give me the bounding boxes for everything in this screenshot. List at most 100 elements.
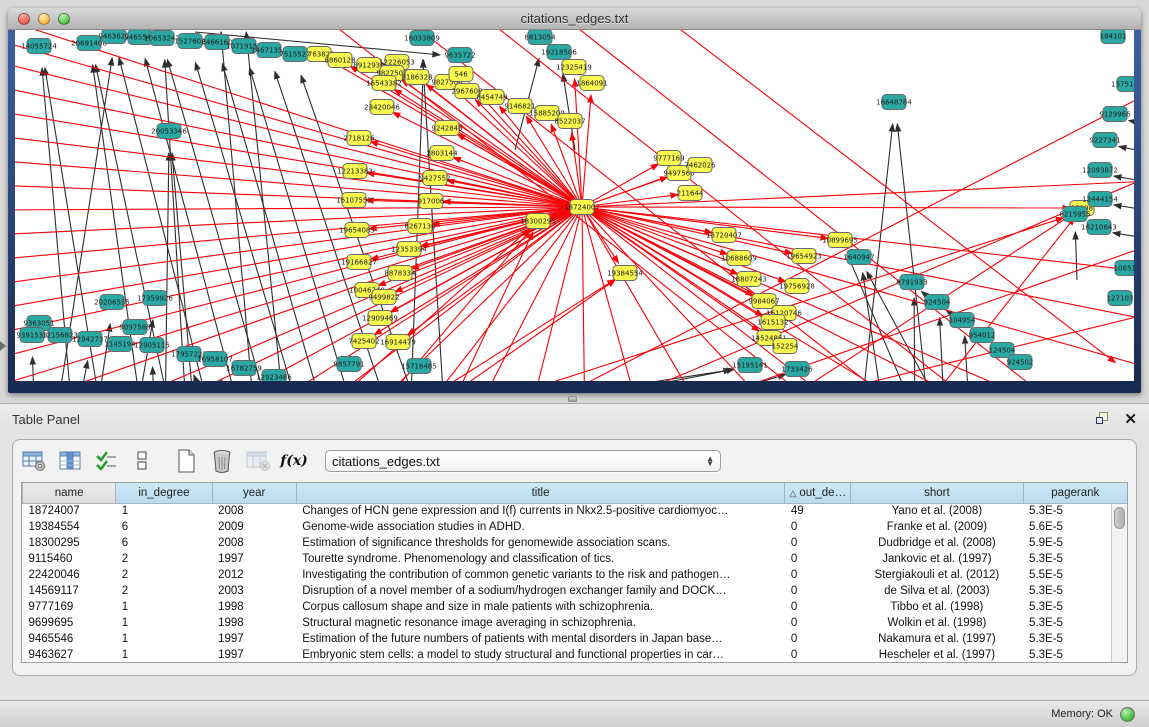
network-node[interactable]: 9427552 xyxy=(419,171,450,186)
close-button[interactable] xyxy=(18,13,30,25)
network-node[interactable]: 16033809 xyxy=(404,31,440,46)
network-node[interactable]: 184101 xyxy=(1100,30,1127,44)
network-node[interactable]: 9242848 xyxy=(431,121,462,136)
network-node[interactable]: 19166827 xyxy=(341,255,377,270)
network-node[interactable]: 14055724 xyxy=(21,39,57,54)
network-node[interactable]: 15720407 xyxy=(706,228,742,243)
network-node[interactable]: 19384554 xyxy=(607,266,643,281)
network-node[interactable]: 19218506 xyxy=(541,45,577,60)
minimize-button[interactable] xyxy=(38,13,50,25)
column-header-year[interactable]: year xyxy=(212,483,296,503)
network-node[interactable]: 917006 xyxy=(418,194,445,209)
network-node[interactable]: 1615132 xyxy=(757,315,788,330)
column-header-in_degree[interactable]: in_degree xyxy=(116,483,212,503)
delete-table-icon[interactable] xyxy=(209,449,235,473)
column-header-pagerank[interactable]: pagerank xyxy=(1023,483,1127,503)
float-window-icon[interactable] xyxy=(1096,412,1110,426)
column-header-short[interactable]: short xyxy=(851,483,1023,503)
column-header-name[interactable]: name xyxy=(23,483,116,503)
network-node[interactable]: 20053346 xyxy=(151,124,187,139)
network-node[interactable]: 1864091 xyxy=(576,76,607,91)
network-node[interactable]: 9227341 xyxy=(1089,133,1120,148)
network-node[interactable]: 8522037 xyxy=(554,114,585,129)
network-node[interactable]: 8791933 xyxy=(896,275,927,290)
network-node[interactable]: 8860128 xyxy=(324,53,355,68)
network-node[interactable]: 152254 xyxy=(772,339,799,354)
scrollbar-thumb[interactable] xyxy=(1114,507,1125,529)
network-node[interactable]: 924504 xyxy=(924,295,951,310)
network-node[interactable]: 7462026 xyxy=(684,158,716,173)
network-node[interactable]: 211644 xyxy=(677,186,704,201)
table-row[interactable]: 946554611997Estimation of the future num… xyxy=(23,631,1128,647)
table-select-dropdown[interactable]: citations_edges.txt ▲▼ xyxy=(325,450,721,472)
select-columns-icon[interactable] xyxy=(93,449,119,473)
network-node[interactable]: 9499822 xyxy=(368,290,399,305)
network-node[interactable]: 15716485 xyxy=(401,359,437,374)
network-node[interactable]: 2718126 xyxy=(343,131,375,146)
network-node[interactable]: 12213383 xyxy=(337,164,373,179)
table-row[interactable]: 946362711997Embryonic stem cells: a mode… xyxy=(23,647,1128,663)
network-node[interactable]: 10688609 xyxy=(721,251,757,266)
network-node[interactable]: 104954 xyxy=(949,313,976,328)
network-node[interactable]: 127103 xyxy=(1107,291,1134,306)
table-row[interactable]: 1872400712008Changes of HCN gene express… xyxy=(23,503,1128,519)
network-node[interactable]: 8813054 xyxy=(524,30,556,45)
network-node[interactable]: 8454749 xyxy=(476,90,507,105)
network-node[interactable]: 15751074 xyxy=(1111,77,1134,92)
network-canvas[interactable]: 1221338316107553196540831916682710046748… xyxy=(15,30,1134,381)
show-columns-icon[interactable] xyxy=(57,449,83,473)
network-node[interactable]: 924502 xyxy=(1007,355,1034,370)
network-node[interactable]: 19654923 xyxy=(786,249,822,264)
new-table-icon[interactable] xyxy=(173,449,199,473)
network-node[interactable]: 9635722 xyxy=(444,48,475,63)
table-row[interactable]: 2242004622012Investigating the contribut… xyxy=(23,567,1128,583)
network-node[interactable]: 9777169 xyxy=(653,151,684,166)
network-node[interactable]: 7425402 xyxy=(348,334,379,349)
table-row[interactable]: 977716911998Corpus callosum shape and si… xyxy=(23,599,1128,615)
network-node[interactable]: 16914479 xyxy=(380,335,416,350)
network-node[interactable]: 12905115 xyxy=(134,338,170,353)
table-row[interactable]: 911546021997Tourette syndrome. Phenomeno… xyxy=(23,551,1128,567)
network-node[interactable]: 106510 xyxy=(1114,261,1134,276)
function-builder-icon[interactable]: f(x) xyxy=(281,449,307,473)
network-node[interactable]: 8267130 xyxy=(404,219,435,234)
network-node[interactable]: 12353394 xyxy=(391,242,427,257)
network-node[interactable]: 15195141 xyxy=(732,358,768,373)
network-node[interactable]: 1640947 xyxy=(843,250,874,265)
table-row[interactable]: 969969511998Structural magnetic resonanc… xyxy=(23,615,1128,631)
row-height-icon[interactable] xyxy=(129,449,155,473)
network-node[interactable]: 9857791 xyxy=(333,357,364,372)
column-header-out_degree[interactable]: △out_de… xyxy=(785,483,851,503)
network-node[interactable]: 20206535 xyxy=(94,295,130,310)
network-node[interactable]: 546 xyxy=(449,67,473,82)
network-node[interactable]: 16210643 xyxy=(1081,220,1117,235)
network-node[interactable]: 8878334 xyxy=(384,266,416,281)
network-node[interactable]: 16648784 xyxy=(876,95,912,110)
collapsed-panel-arrow-icon[interactable] xyxy=(0,341,6,351)
network-canvas-svg[interactable]: 1221338316107553196540831916682710046748… xyxy=(15,30,1134,381)
network-node[interactable]: 12325419 xyxy=(556,60,592,75)
network-node[interactable]: 12093872 xyxy=(1082,163,1118,178)
table-row[interactable]: 1456911722003Disruption of a novel membe… xyxy=(23,583,1128,599)
network-node[interactable]: 9097588 xyxy=(119,320,150,335)
column-header-title[interactable]: title xyxy=(296,483,785,503)
network-node[interactable]: 954012 xyxy=(969,328,996,343)
zoom-button[interactable] xyxy=(58,13,70,25)
memory-status-indicator[interactable] xyxy=(1120,707,1135,722)
network-node[interactable]: 8215955 xyxy=(1059,207,1090,222)
network-node[interactable]: 2803144 xyxy=(426,146,458,161)
table-options-icon[interactable] xyxy=(21,449,47,473)
network-node[interactable]: 17359926 xyxy=(137,291,173,306)
table-row[interactable]: 1830029562008Estimation of significance … xyxy=(23,535,1128,551)
network-node[interactable]: 23420046 xyxy=(364,100,400,115)
split-resize-grip[interactable] xyxy=(568,396,577,402)
close-icon[interactable]: ✕ xyxy=(1124,412,1137,427)
table-row[interactable]: 1938455462009Genome-wide association stu… xyxy=(23,519,1128,535)
network-node[interactable]: 8186328 xyxy=(401,70,432,85)
network-node[interactable]: 16107553 xyxy=(336,193,372,208)
network-node[interactable]: 7515527 xyxy=(279,47,310,62)
network-node[interactable]: 1733426 xyxy=(781,362,813,377)
network-node[interactable]: 9129966 xyxy=(1099,107,1131,122)
network-window[interactable]: citations_edges.txt 12213383161075531965… xyxy=(8,8,1141,393)
vertical-scrollbar[interactable] xyxy=(1111,504,1127,662)
